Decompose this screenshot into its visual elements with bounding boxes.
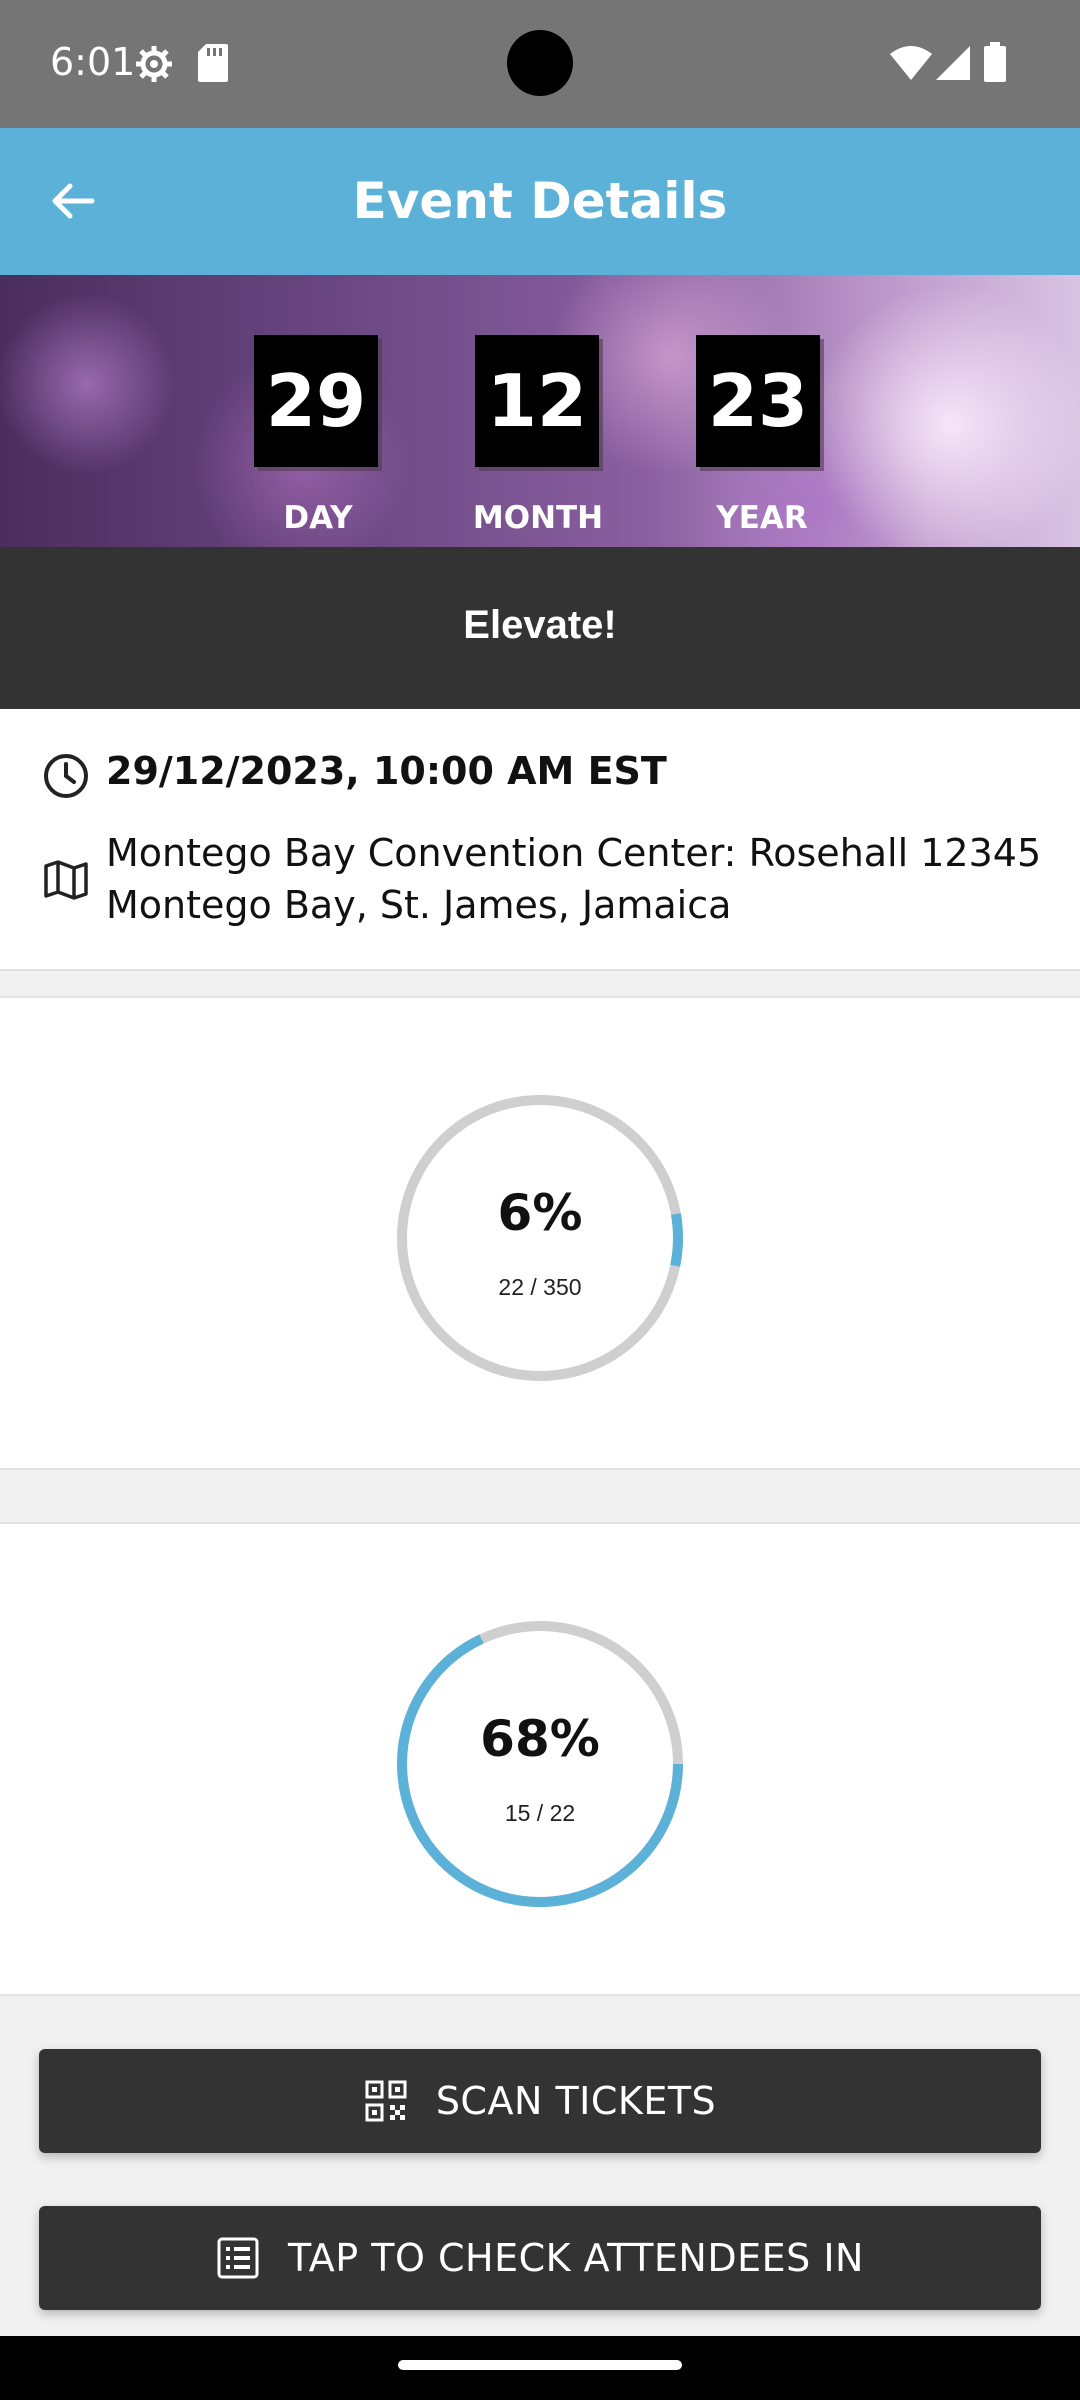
scan-tickets-label: SCAN TICKETS [435, 2079, 717, 2123]
event-hero-banner: 29 DAY 12 MONTH 23 YEAR [0, 275, 1080, 547]
progress-count: 22 / 350 [498, 1274, 582, 1300]
countdown-year-label: YEAR [716, 500, 808, 536]
map-icon [44, 860, 88, 900]
checked-in-card: 68% 15 / 22 [0, 1522, 1080, 1996]
home-indicator[interactable] [398, 2360, 682, 2370]
tickets-sold-card: 6% 22 / 350 [0, 996, 1080, 1470]
event-datetime: 29/12/2023, 10:00 AM EST [106, 749, 667, 793]
app-bar: Event Details [0, 128, 1080, 275]
countdown-month-label: MONTH [472, 500, 604, 536]
event-name-band: Elevate! [0, 547, 1080, 709]
settings-gear-icon [136, 46, 172, 82]
event-info-card: 29/12/2023, 10:00 AM EST Montego Bay Con… [0, 709, 1080, 971]
progress-percent: 68% [480, 1710, 600, 1768]
status-time: 6:01 [50, 40, 136, 84]
cellular-signal-icon [936, 46, 970, 80]
sd-card-icon [198, 44, 228, 82]
battery-icon [984, 42, 1006, 82]
progress-percent: 6% [497, 1184, 583, 1242]
countdown-day-label: DAY [283, 500, 353, 536]
countdown-month-value: 12 [475, 335, 599, 467]
system-navigation-bar [0, 2336, 1080, 2400]
status-bar: 6:01 [0, 0, 1080, 128]
check-attendees-in-button[interactable]: TAP TO CHECK ATTENDEES IN [39, 2206, 1041, 2310]
wifi-icon [890, 46, 932, 80]
progress-count: 15 / 22 [504, 1800, 576, 1826]
check-attendees-in-label: TAP TO CHECK ATTENDEES IN [288, 2236, 864, 2280]
scan-tickets-button[interactable]: SCAN TICKETS [39, 2049, 1041, 2153]
page-title: Event Details [352, 172, 728, 230]
clock-icon [44, 754, 88, 798]
camera-cutout [507, 30, 573, 96]
event-name: Elevate! [463, 603, 617, 647]
countdown-day-value: 29 [254, 335, 378, 467]
qr-code-icon [365, 2080, 407, 2122]
countdown-year-value: 23 [696, 335, 820, 467]
event-address: Montego Bay Convention Center: Rosehall … [106, 831, 1042, 927]
list-icon [217, 2237, 259, 2279]
